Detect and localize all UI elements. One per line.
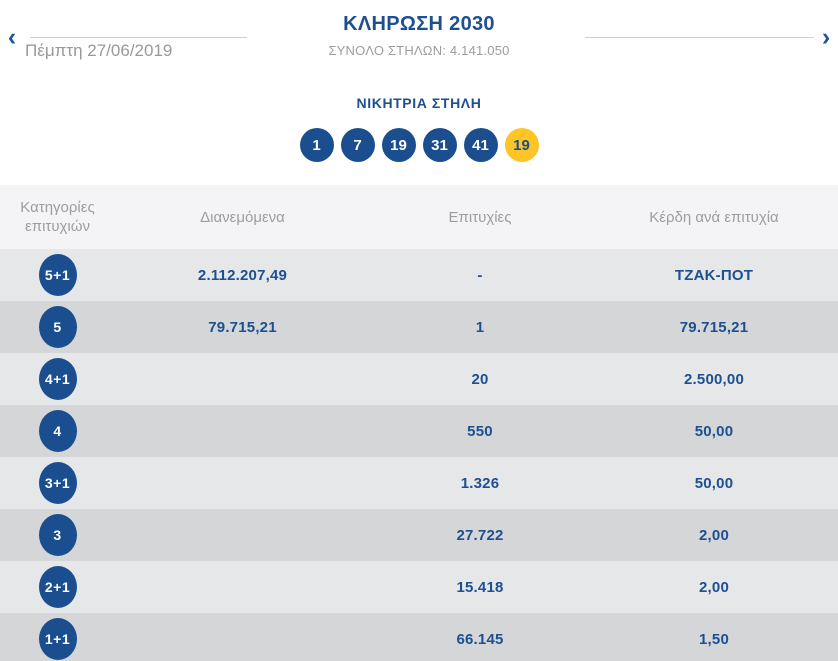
wins-value: 27.722 [456, 526, 504, 544]
category-badge: 3+1 [38, 462, 77, 504]
table-row: 4+1 20 2.500,00 [0, 353, 838, 405]
winning-number-ball: 41 [463, 128, 498, 162]
prize-value: 50,00 [694, 422, 734, 440]
column-header-categories: Κατηγορίες επιτυχιών [0, 198, 115, 236]
chevron-left-icon: ‹ [7, 23, 17, 51]
column-header-categories-line1: Κατηγορίες [20, 199, 95, 216]
header-divider-left [30, 37, 247, 38]
winning-number-ball: 1 [299, 128, 334, 162]
category-badge: 5+1 [38, 254, 77, 296]
table-row: 5+1 2.112.207,49 - ΤΖΑΚ-ΠΟΤ [0, 249, 838, 301]
column-header-prize: Κέρδη ανά επιτυχία [649, 208, 779, 226]
table-row: 3 27.722 2,00 [0, 509, 838, 561]
table-row: 2+1 15.418 2,00 [0, 561, 838, 613]
wins-value: - [477, 266, 483, 284]
column-header-categories-line2: επιτυχιών [25, 218, 90, 235]
draw-results-page: ‹ ΚΛΗΡΩΣΗ 2030 ΣΥΝΟΛΟ ΣΤΗΛΩΝ: 4.141.050 … [0, 0, 838, 661]
column-header-wins: Επιτυχίες [448, 208, 512, 226]
draw-date: Πέμπτη 27/06/2019 [25, 41, 173, 60]
draw-title: ΚΛΗΡΩΣΗ 2030 [343, 13, 495, 35]
prize-value: 2.500,00 [684, 370, 744, 388]
winning-numbers: 1 7 19 31 41 19 [0, 128, 838, 162]
wins-value: 66.145 [456, 630, 504, 648]
wins-value: 1 [475, 318, 485, 336]
prize-value: 2,00 [699, 578, 729, 596]
category-badge: 4+1 [38, 358, 77, 400]
distributed-value: 2.112.207,49 [197, 266, 288, 284]
column-header-distributed: Διανεμόμενα [200, 208, 285, 226]
draw-header: ‹ ΚΛΗΡΩΣΗ 2030 ΣΥΝΟΛΟ ΣΤΗΛΩΝ: 4.141.050 … [0, 0, 838, 70]
next-draw-button[interactable]: › [814, 22, 838, 52]
wins-value: 1.326 [460, 474, 500, 492]
prize-value: 1,50 [699, 630, 729, 648]
prize-value: ΤΖΑΚ-ΠΟΤ [674, 266, 754, 284]
chevron-right-icon: › [821, 23, 831, 51]
prize-tiers-table: Κατηγορίες επιτυχιών Διανεμόμενα Επιτυχί… [0, 185, 838, 661]
header-divider-right [585, 37, 814, 38]
previous-draw-button[interactable]: ‹ [0, 22, 24, 52]
winning-number-ball: 19 [381, 128, 416, 162]
table-row: 5 79.715,21 1 79.715,21 [0, 301, 838, 353]
winning-number-ball: 7 [340, 128, 375, 162]
wins-value: 550 [467, 422, 493, 440]
wins-value: 20 [471, 370, 489, 388]
category-badge: 4 [38, 410, 77, 452]
category-badge: 2+1 [38, 566, 77, 608]
table-row: 4 550 50,00 [0, 405, 838, 457]
table-row: 1+1 66.145 1,50 [0, 613, 838, 661]
prize-value: 50,00 [694, 474, 734, 492]
winning-column-label: ΝΙΚΗΤΡΙΑ ΣΤΗΛΗ [356, 95, 482, 111]
joker-number-ball: 19 [504, 128, 539, 162]
category-badge: 5 [38, 306, 77, 348]
winning-number-ball: 31 [422, 128, 457, 162]
table-header-row: Κατηγορίες επιτυχιών Διανεμόμενα Επιτυχί… [0, 185, 838, 249]
wins-value: 15.418 [456, 578, 504, 596]
category-badge: 1+1 [38, 618, 77, 660]
table-row: 3+1 1.326 50,00 [0, 457, 838, 509]
prize-value: 2,00 [699, 526, 729, 544]
category-badge: 3 [38, 514, 77, 556]
distributed-value: 79.715,21 [208, 318, 277, 336]
prize-value: 79.715,21 [679, 318, 749, 336]
